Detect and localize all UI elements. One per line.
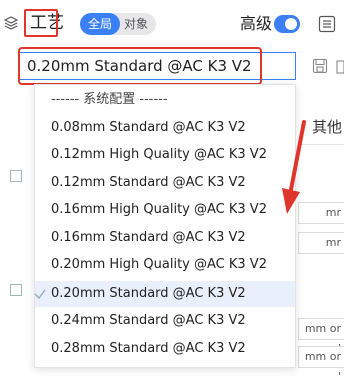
dropdown-group-header: ------ 系统配置 ------ xyxy=(51,92,168,107)
value-field-2[interactable]: mr xyxy=(298,232,344,254)
annotation-box-title xyxy=(24,9,58,37)
dropdown-option[interactable]: 0.24mm Standard @AC K3 V2 xyxy=(35,308,295,334)
check-icon xyxy=(34,289,46,300)
value-field-4[interactable]: mm or ' xyxy=(298,346,344,383)
dropdown-option-selected[interactable]: 0.20mm Standard @AC K3 V2 xyxy=(34,281,295,307)
side-panel-icon[interactable] xyxy=(336,60,344,74)
dropdown-option[interactable]: 0.08mm Standard @AC K3 V2 xyxy=(35,115,295,141)
section-icon xyxy=(10,284,22,296)
dropdown-option[interactable]: 0.20mm High Quality @AC K3 V2 xyxy=(35,252,295,278)
advanced-label: 高级 xyxy=(240,14,273,33)
dropdown-option[interactable]: 0.28mm Standard @AC K3 V2 xyxy=(35,336,295,362)
list-icon[interactable] xyxy=(318,15,336,33)
layers-icon xyxy=(4,16,18,30)
preset-dropdown-list: ------ 系统配置 ------ 0.08mm Standard @AC K… xyxy=(34,84,296,368)
section-icon xyxy=(10,170,22,182)
dropdown-option[interactable]: 0.12mm Standard @AC K3 V2 xyxy=(35,170,295,196)
red-arrow-annotation xyxy=(282,120,306,214)
dropdown-option[interactable]: 0.16mm Standard @AC K3 V2 xyxy=(35,225,295,251)
annotation-box-select xyxy=(18,47,262,85)
dropdown-option[interactable]: 0.16mm High Quality @AC K3 V2 xyxy=(35,197,295,223)
save-icon[interactable] xyxy=(312,58,328,74)
advanced-toggle[interactable] xyxy=(274,15,300,33)
scope-segmented-control[interactable]: 全局 对象 xyxy=(80,13,157,35)
dropdown-option[interactable]: 0.12mm High Quality @AC K3 V2 xyxy=(35,142,295,168)
toggle-knob xyxy=(285,18,297,30)
tab-other[interactable]: 其他 xyxy=(312,116,342,137)
dropdown-option-label: 0.20mm Standard @AC K3 V2 xyxy=(51,286,246,301)
seg-object[interactable]: 对象 xyxy=(120,13,156,35)
seg-global[interactable]: 全局 xyxy=(80,13,121,35)
value-field-3[interactable]: mm or ' xyxy=(298,318,344,355)
